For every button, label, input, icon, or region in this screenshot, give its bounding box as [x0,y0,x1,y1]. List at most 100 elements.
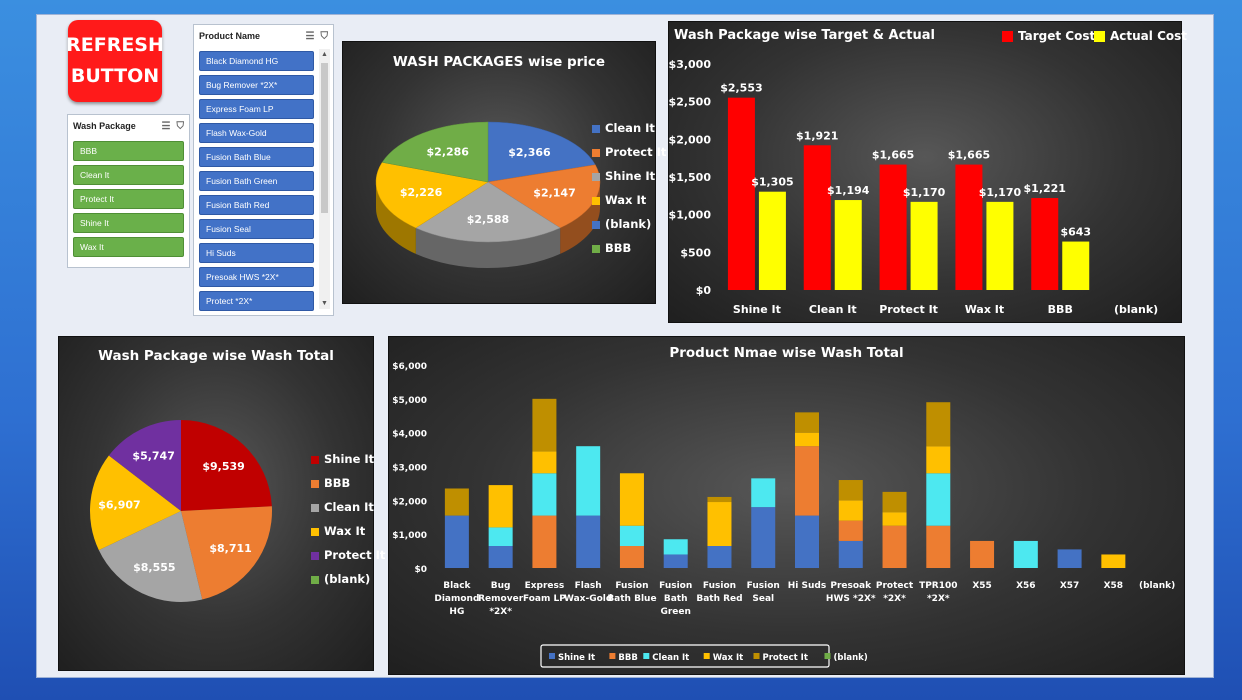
product-stacked-chart: $0 $1,000 $2,000 $3,000 $4,000 $5,000 $6,000 Bl… [392,362,1175,668]
product-item[interactable]: Black Diamond HG [199,51,314,71]
price-legend-item: Shine It [592,169,655,183]
product-item[interactable]: Bug Remover *2X* [199,75,314,95]
x-tick-label: *2X* [489,607,512,617]
legend-swatch [753,653,760,659]
wash-item[interactable]: BBB [73,141,184,161]
y-tick-label: $5,000 [392,396,427,406]
y-tick-label: $1,000 [669,209,711,222]
stacked-bar-segment [1013,540,1038,568]
legend-label: Clean It [652,653,689,663]
multi-select-icon[interactable]: ☰ [162,121,171,132]
legend-label: Protect It [763,653,808,663]
product-item[interactable]: Fusion Bath Red [199,195,314,215]
product-item[interactable]: Fusion Bath Blue [199,147,314,167]
legend-swatch [549,653,555,659]
product-item[interactable]: Express Foam LP [199,99,314,119]
target-actual-panel: Wash Package wise Target & Actual Target… [668,21,1187,323]
legend-label: BBB [618,653,637,663]
stacked-bar-segment [663,539,688,555]
legend-label: Shine It [324,452,375,466]
product-stacked-panel: Product Nmae wise Wash Total $0 $1,000 $2,… [388,336,1185,675]
stacked-bar-segment [444,515,469,568]
product-item[interactable]: TPR100 *2X* [199,315,314,316]
wash-total-pie-panel: Wash Package wise Wash Total $9,539 $8,71… [58,336,385,671]
x-tick-label: Wax-Gold [564,594,612,604]
price-legend-item: (blank) [592,217,651,231]
legend-label: Wax It [713,653,743,663]
bar-target-cost [879,164,907,290]
product-name-slicer-header: Product Name ☰ ⛉ [194,25,333,47]
clear-filter-icon[interactable]: ⛉ [177,121,185,132]
refresh-button[interactable]: REFRESH BUTTON [66,20,164,102]
legend-label: Shine It [605,169,656,183]
stacked-bar-segment [882,512,907,526]
wash-item[interactable]: Wax It [73,237,184,257]
legend-label: Clean It [324,500,374,514]
legend-label: BBB [324,476,351,490]
x-tick-label: X57 [1060,581,1079,591]
stacked-bar-segment [751,507,776,568]
x-tick-label: Bug [491,581,511,591]
bar-data-label: $1,194 [827,184,870,197]
x-tick-label: Fusion [659,581,692,591]
x-tick-label: Fusion [615,581,648,591]
bar-target-cost [803,145,831,290]
legend-swatch [592,172,600,181]
legend-swatch [592,244,600,253]
legend-label: Shine It [558,653,595,663]
product-slicer-scrollbar[interactable]: ▲ ▼ [319,49,330,309]
pie-data-label: $5,747 [132,449,174,462]
x-tick-label: Green [660,607,690,617]
wash-item[interactable]: Shine It [73,213,184,233]
stacked-bar-segment [488,527,513,547]
bar-data-label: $1,665 [948,149,990,162]
stacked-bar-segment [838,520,863,541]
stacked-bar-segment [1101,554,1126,568]
legend-swatch [592,220,600,229]
bar-data-label: $1,221 [1024,182,1066,195]
pie-data-label: $6,907 [98,498,140,511]
stacked-bar-segment [532,451,557,474]
y-tick-label: $1,000 [392,531,427,541]
product-item[interactable]: Fusion Seal [199,219,314,239]
pie-data-label: $2,226 [400,186,443,199]
legend-label: Wax It [324,524,366,538]
wash-total-legend-item: (blank) [311,572,370,586]
clear-filter-icon[interactable]: ⛉ [321,31,329,42]
product-item[interactable]: Fusion Bath Green [199,171,314,191]
y-tick-label: $2,000 [669,133,711,146]
wash-package-slicer-header: Wash Package ☰ ⛉ [68,115,189,137]
x-tick-label: X56 [1016,581,1035,591]
legend-swatch [311,551,319,560]
x-tick-label: Seal [752,594,774,604]
product-name-slicer-title: Product Name [199,31,261,41]
y-tick-label: $500 [680,246,711,259]
bar-actual-cost [1062,241,1090,290]
stacked-bar-segment [619,546,644,568]
scroll-up-icon[interactable]: ▲ [319,51,330,58]
stacked-bar-segment [532,473,557,516]
stacked-bar-segment [532,515,557,568]
scroll-down-icon[interactable]: ▼ [319,300,330,307]
legend-swatch [592,196,600,205]
x-tick-label: Express [525,581,565,591]
bar-data-label: $1,170 [979,186,1022,199]
stacked-bar-segment [838,500,863,521]
stacked-bar-segment [1057,549,1082,568]
multi-select-icon[interactable]: ☰ [306,31,315,42]
legend-swatch [311,575,319,584]
wash-item[interactable]: Protect It [73,189,184,209]
product-item[interactable]: Protect *2X* [199,291,314,311]
stacked-bar-segment [576,515,601,568]
x-tick-label: Presoak [830,581,872,591]
y-tick-label: $4,000 [392,430,427,440]
x-tick-label: Bath Red [696,594,742,604]
product-item[interactable]: Presoak HWS *2X* [199,267,314,287]
bar-data-label: $1,665 [872,149,914,162]
scroll-thumb[interactable] [321,63,328,213]
product-item[interactable]: Flash Wax-Gold [199,123,314,143]
x-tick-label: HWS *2X* [826,594,876,604]
wash-item[interactable]: Clean It [73,165,184,185]
legend-swatch [311,503,319,512]
product-item[interactable]: Hi Suds [199,243,314,263]
